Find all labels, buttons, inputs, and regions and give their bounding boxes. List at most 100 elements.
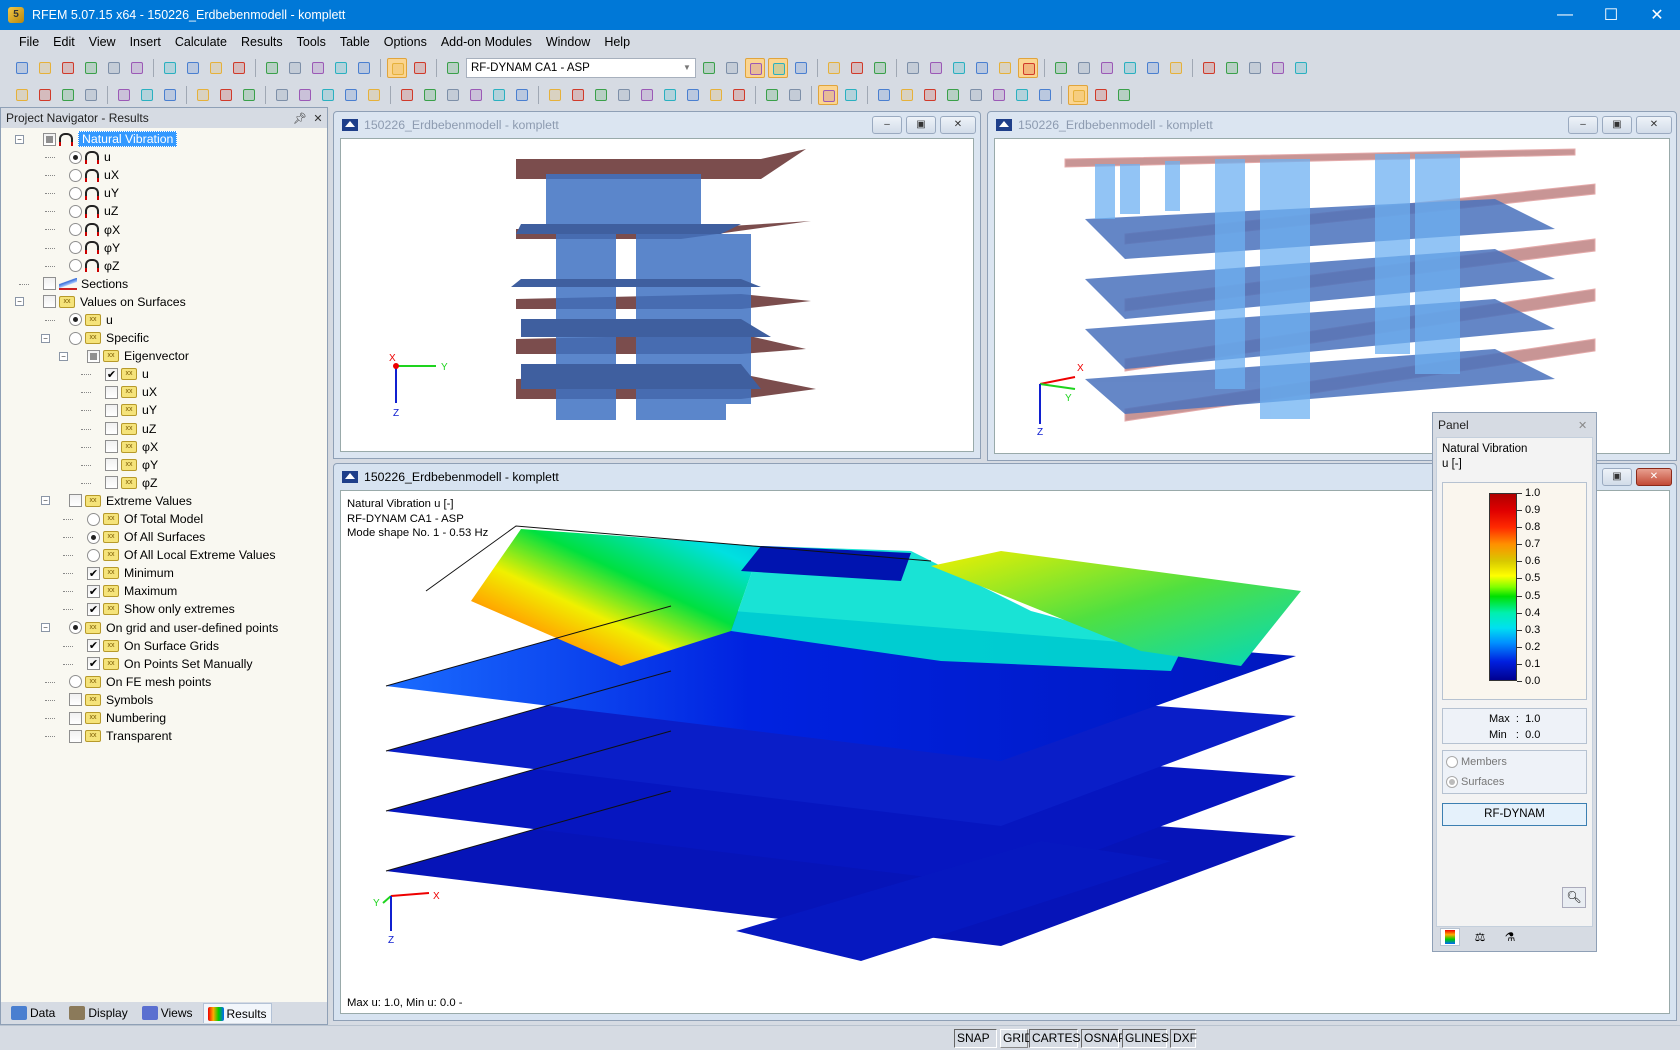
minimize-view-button[interactable]: – [872, 116, 902, 134]
close-icon[interactable]: ✕ [309, 112, 327, 125]
balance-icon[interactable]: ⚖ [1470, 928, 1490, 946]
view-window-top-left[interactable]: 150226_Erdbebenmodell - komplett – ▣ ✕ X… [333, 111, 981, 459]
close-view-button[interactable]: ✕ [940, 116, 976, 134]
result-panel-icon[interactable] [1068, 84, 1088, 105]
smooth-results-icon[interactable] [847, 58, 867, 78]
tree-item[interactable]: φZ [1, 257, 327, 275]
tree-item[interactable]: xx φZ [1, 474, 327, 492]
collapse-icon[interactable]: − [59, 351, 68, 361]
menu-edit[interactable]: Edit [46, 35, 82, 49]
checkbox[interactable] [105, 440, 118, 454]
tree-item[interactable]: xx Of All Local Extreme Values [1, 546, 327, 564]
line-icon[interactable] [35, 85, 55, 105]
menu-table[interactable]: Table [333, 35, 377, 49]
color-scale-icon[interactable] [1440, 928, 1460, 946]
checkbox[interactable] [43, 132, 56, 146]
distribution-icon[interactable] [1012, 85, 1032, 105]
sections-icon[interactable] [870, 58, 890, 78]
load-icon[interactable] [1268, 58, 1288, 78]
close-view-button[interactable]: ✕ [1636, 116, 1672, 134]
wireframe-icon[interactable] [949, 58, 969, 78]
radio-button[interactable] [87, 512, 100, 526]
model-canvas-front[interactable]: X Y Z [340, 138, 974, 452]
next-icon[interactable] [722, 58, 742, 78]
export-icon[interactable] [1199, 58, 1219, 78]
navigator-tab-views[interactable]: Views [138, 1003, 197, 1023]
dimension-icon[interactable] [193, 85, 213, 105]
grid-table-icon[interactable] [410, 58, 430, 78]
member-icon[interactable] [137, 85, 157, 105]
deformation-icon[interactable] [791, 58, 811, 78]
line-results-icon[interactable] [874, 85, 894, 105]
radio-button[interactable] [69, 204, 82, 218]
panel-icon[interactable] [841, 85, 861, 105]
tree-item[interactable]: xx uY [1, 401, 327, 419]
status-dxf-button[interactable]: DXF [1170, 1029, 1197, 1048]
view-box-icon[interactable] [637, 85, 657, 105]
radio-button[interactable] [69, 259, 82, 273]
minimize-view-button[interactable]: – [1568, 116, 1598, 134]
checkbox[interactable] [69, 494, 82, 508]
tree-item[interactable]: − xx Values on Surfaces [1, 293, 327, 311]
rotate-icon[interactable] [1074, 58, 1094, 78]
chevron-down-icon[interactable]: ▼ [681, 61, 693, 75]
connect-icon[interactable] [397, 85, 417, 105]
comment-icon[interactable] [216, 85, 236, 105]
view-y-icon[interactable] [995, 58, 1015, 78]
print-preview-icon[interactable] [183, 58, 203, 78]
view-z-axis-icon[interactable] [706, 85, 726, 105]
collapse-icon[interactable]: − [41, 623, 50, 633]
menu-options[interactable]: Options [377, 35, 434, 49]
pan-icon[interactable] [545, 85, 565, 105]
status-grid-button[interactable]: GRID [1000, 1029, 1033, 1048]
members-option[interactable]: Members [1443, 753, 1586, 771]
checkbox[interactable] [69, 729, 82, 743]
radio-button[interactable] [69, 168, 82, 182]
values-on-surfaces-icon[interactable] [824, 58, 844, 78]
collapse-icon[interactable]: − [15, 297, 24, 307]
close-icon[interactable]: ✕ [1578, 419, 1596, 432]
save-all-icon[interactable] [81, 58, 101, 78]
radio-button[interactable] [69, 331, 82, 345]
tree-item[interactable]: xx Of All Surfaces [1, 528, 327, 546]
support-icon[interactable] [114, 85, 134, 105]
checkbox[interactable] [69, 693, 82, 707]
checkbox[interactable] [105, 458, 118, 472]
tree-item[interactable]: xx Of Total Model [1, 510, 327, 528]
tree-item[interactable]: ✔ xx Show only extremes [1, 600, 327, 618]
settings-icon[interactable] [1166, 58, 1186, 78]
checkbox[interactable]: ✔ [87, 566, 100, 580]
restore-view-button[interactable]: ▣ [1602, 116, 1632, 134]
show-results-icon[interactable] [745, 57, 765, 78]
status-osnap-button[interactable]: OSNAP [1081, 1029, 1126, 1048]
tree-item[interactable]: Sections [1, 275, 327, 293]
radio-button[interactable] [87, 548, 100, 562]
natural-vibration-icon[interactable] [818, 84, 838, 105]
menu-calculate[interactable]: Calculate [168, 35, 234, 49]
radio-button[interactable] [87, 530, 100, 544]
arrow-load-icon[interactable] [1291, 58, 1311, 78]
microscope-icon[interactable]: ⚗ [1500, 928, 1520, 946]
tree-item[interactable]: − xx On grid and user-defined points [1, 619, 327, 637]
zoom-scale-button[interactable]: 🔍︎ [1562, 887, 1586, 908]
opening-icon[interactable] [295, 85, 315, 105]
values-icon[interactable] [768, 57, 788, 78]
rfem-export-icon[interactable] [1222, 58, 1242, 78]
maximize-button[interactable]: ☐ [1588, 0, 1634, 30]
rf-dynam-button[interactable]: RF-DYNAM [1442, 803, 1587, 826]
new-window-icon[interactable] [354, 58, 374, 78]
restore-view-button[interactable]: ▣ [1602, 468, 1632, 486]
tree-item[interactable]: ✔ xx Minimum [1, 564, 327, 582]
checkbox[interactable]: ✔ [87, 584, 100, 598]
menu-results[interactable]: Results [234, 35, 290, 49]
open-archive-icon[interactable] [58, 58, 78, 78]
support-forces-icon[interactable] [943, 85, 963, 105]
tree-item[interactable]: φY [1, 239, 327, 257]
grid-icon[interactable] [989, 85, 1009, 105]
color-scale[interactable]: 1.0 0.9 0.8 0.7 0.6 0.5 0.5 0.4 0.3 0.2 0.1 0.0 [1442, 482, 1587, 700]
color-scale-icon[interactable] [1091, 85, 1111, 105]
isometric-icon[interactable] [1018, 57, 1038, 78]
view-y-axis-icon[interactable] [683, 85, 703, 105]
table-icon[interactable] [387, 57, 407, 78]
tree-item[interactable]: φX [1, 220, 327, 238]
